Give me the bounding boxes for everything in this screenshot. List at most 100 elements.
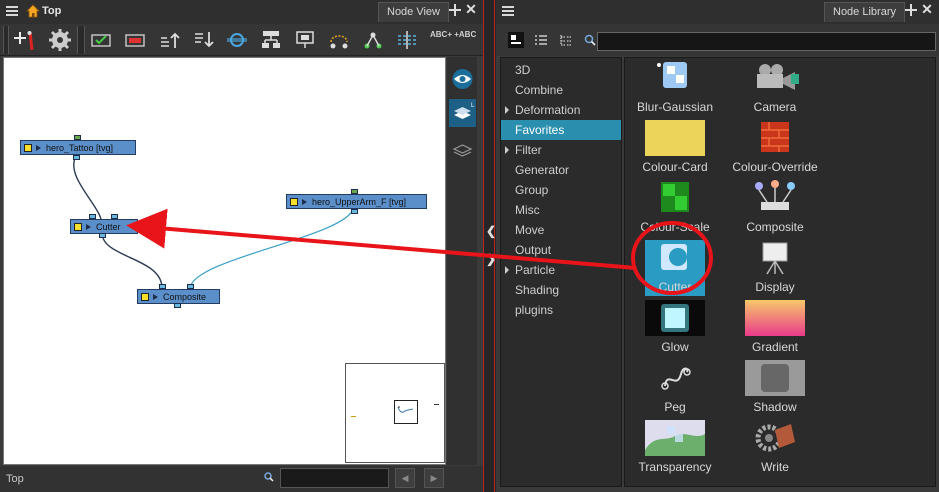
- blur-gaussian-icon: [645, 60, 705, 96]
- node-composite[interactable]: Composite: [137, 289, 220, 304]
- add-node-icon[interactable]: [14, 28, 38, 52]
- add-tab-icon[interactable]: [905, 4, 917, 16]
- library-search-input[interactable]: [597, 32, 936, 51]
- add-tab-icon[interactable]: [449, 4, 461, 16]
- node-output-port[interactable]: [351, 209, 358, 214]
- navigator-minimap[interactable]: [345, 363, 445, 463]
- node-enable-toggle[interactable]: [24, 143, 32, 152]
- node-output-port[interactable]: [73, 155, 80, 160]
- category-item[interactable]: Move: [501, 220, 621, 240]
- node-enable-toggle[interactable]: [141, 292, 149, 301]
- category-item[interactable]: Combine: [501, 80, 621, 100]
- group-nodes-icon[interactable]: [259, 28, 283, 52]
- category-item[interactable]: Filter: [501, 140, 621, 160]
- panel-splitter[interactable]: ❮ ❯: [483, 0, 496, 492]
- node-input-port[interactable]: [187, 284, 194, 289]
- library-node-composite[interactable]: Composite: [725, 180, 825, 240]
- node-expand-arrow[interactable]: [153, 293, 158, 300]
- category-item[interactable]: Output: [501, 240, 621, 260]
- node-expand-arrow[interactable]: [86, 223, 91, 230]
- node-output-port[interactable]: [174, 303, 181, 308]
- node-expand-arrow[interactable]: [36, 144, 41, 151]
- category-item[interactable]: Deformation: [501, 100, 621, 120]
- layers-icon[interactable]: L: [449, 99, 476, 127]
- next-button[interactable]: ▶: [424, 468, 444, 488]
- library-node-cutter[interactable]: Cutter: [625, 240, 725, 300]
- node-hero-tattoo[interactable]: hero_Tattoo [tvg]: [20, 140, 136, 155]
- node-view-panel: Top Node View ✕ ABC+ +ABC hero_Tattoo [t…: [0, 0, 483, 492]
- display-icon: [745, 240, 805, 276]
- library-node-label: Shadow: [753, 400, 797, 414]
- camera-icon: [745, 60, 805, 96]
- library-node-peg[interactable]: Peg: [625, 360, 725, 420]
- ungroup-icon[interactable]: [293, 28, 317, 52]
- previous-button[interactable]: ◀: [395, 468, 415, 488]
- layer-stack-icon[interactable]: [449, 135, 476, 163]
- collapse-right-icon[interactable]: ❯: [486, 252, 496, 266]
- node-expand-arrow[interactable]: [302, 198, 307, 205]
- library-node-camera[interactable]: Camera: [725, 60, 825, 120]
- library-node-label: Write: [761, 460, 789, 474]
- enable-node-icon[interactable]: [89, 28, 113, 52]
- category-item[interactable]: plugins: [501, 300, 621, 320]
- category-item[interactable]: Particle: [501, 260, 621, 280]
- node-canvas[interactable]: hero_Tattoo [tvg] hero_UpperArm_F [tvg] …: [3, 57, 446, 465]
- connections-icon[interactable]: [361, 28, 385, 52]
- library-node-blur-gaussian[interactable]: Blur-Gaussian: [625, 60, 725, 120]
- node-input-port[interactable]: [111, 214, 118, 219]
- node-input-port[interactable]: [159, 284, 166, 289]
- cable-icon[interactable]: [327, 28, 351, 52]
- expand-arrow-icon[interactable]: [505, 106, 509, 114]
- library-node-colour-override[interactable]: Colour-Override: [725, 120, 825, 180]
- close-icon[interactable]: ✕: [464, 2, 478, 16]
- tab-node-library[interactable]: Node Library: [824, 2, 905, 22]
- category-item[interactable]: Misc: [501, 200, 621, 220]
- library-node-write[interactable]: Write: [725, 420, 825, 480]
- library-node-shadow[interactable]: Shadow: [725, 360, 825, 420]
- move-up-icon[interactable]: [157, 28, 181, 52]
- node-cutter[interactable]: Cutter: [70, 219, 138, 234]
- library-node-transparency[interactable]: Transparency: [625, 420, 725, 480]
- home-icon[interactable]: [26, 4, 40, 18]
- node-output-port[interactable]: [99, 233, 106, 238]
- close-icon[interactable]: ✕: [920, 2, 934, 16]
- node-input-port[interactable]: [89, 214, 96, 219]
- node-input-port[interactable]: [351, 189, 358, 194]
- icon-view-icon[interactable]: [508, 32, 524, 48]
- category-item[interactable]: Shading: [501, 280, 621, 300]
- library-node-label: Gradient: [751, 340, 799, 354]
- panel-menu-icon[interactable]: [6, 6, 18, 17]
- node-search-input[interactable]: [280, 468, 389, 488]
- focus-selection-icon[interactable]: [225, 28, 249, 52]
- tab-node-view[interactable]: Node View: [378, 2, 449, 22]
- library-node-gradient[interactable]: Gradient: [725, 300, 825, 360]
- toolbar-grip[interactable]: [3, 26, 9, 54]
- node-hero-upperarm[interactable]: hero_UpperArm_F [tvg]: [286, 194, 427, 209]
- category-item[interactable]: Generator: [501, 160, 621, 180]
- library-node-glow[interactable]: Glow: [625, 300, 725, 360]
- align-icon[interactable]: [395, 28, 419, 52]
- library-node-colour-scale[interactable]: Colour-Scale: [625, 180, 725, 240]
- move-down-icon[interactable]: [191, 28, 215, 52]
- colour-scale-icon: [645, 180, 705, 216]
- panel-menu-icon[interactable]: [502, 6, 514, 17]
- breadcrumb-top[interactable]: Top: [42, 5, 61, 17]
- list-view-icon[interactable]: [533, 32, 549, 48]
- expand-arrow-icon[interactable]: [505, 266, 509, 274]
- library-node-display[interactable]: Display: [725, 240, 825, 300]
- node-enable-toggle[interactable]: [74, 222, 82, 231]
- category-item[interactable]: 3D: [501, 60, 621, 80]
- category-item[interactable]: Group: [501, 180, 621, 200]
- tree-view-icon[interactable]: [558, 32, 574, 48]
- node-input-port[interactable]: [74, 135, 81, 140]
- node-enable-toggle[interactable]: [290, 197, 298, 206]
- abc-rename-button[interactable]: ABC+ +ABC: [430, 31, 476, 39]
- disable-node-icon[interactable]: [123, 28, 147, 52]
- minimap-viewport[interactable]: [394, 400, 418, 424]
- expand-arrow-icon[interactable]: [505, 146, 509, 154]
- category-item[interactable]: Favorites: [501, 120, 621, 140]
- collapse-left-icon[interactable]: ❮: [486, 224, 496, 238]
- gear-icon[interactable]: [48, 28, 72, 52]
- eye-icon[interactable]: [449, 65, 476, 93]
- library-node-colour-card[interactable]: Colour-Card: [625, 120, 725, 180]
